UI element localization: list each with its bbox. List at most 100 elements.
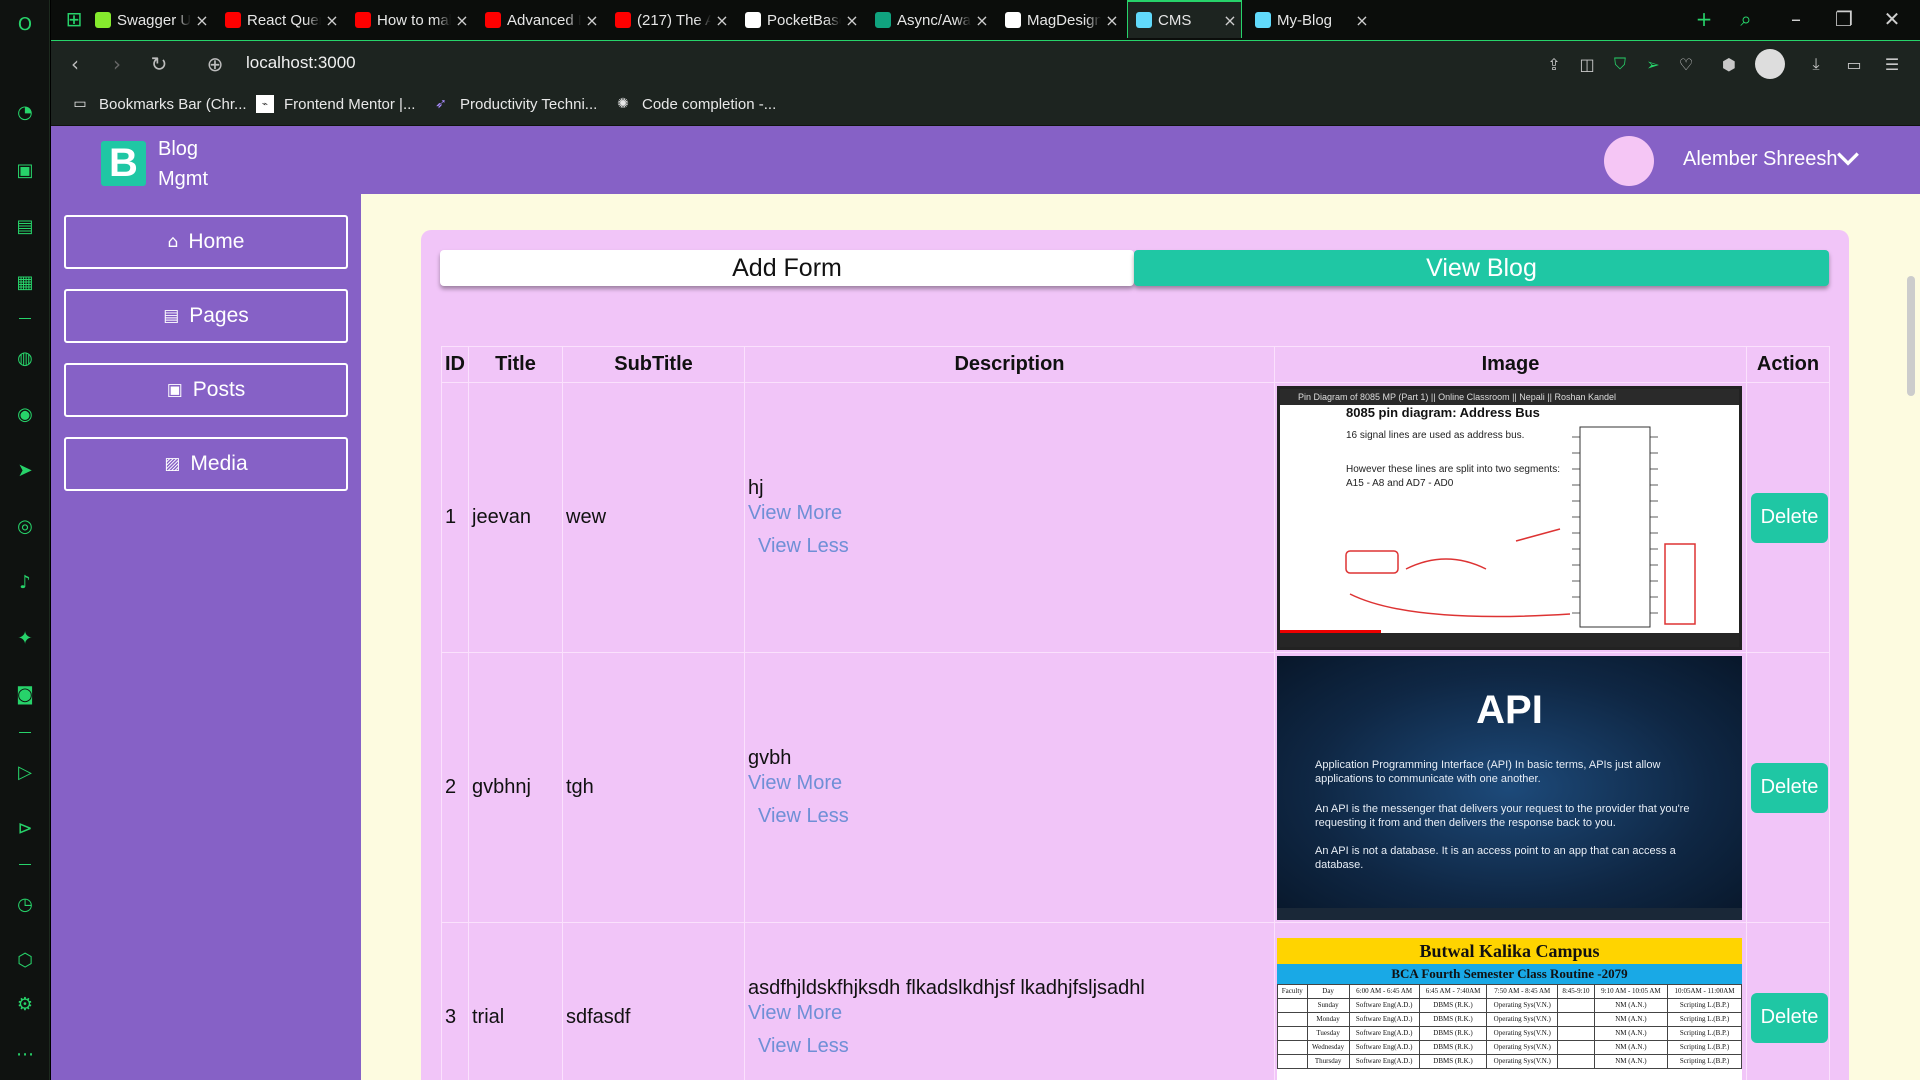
sidebar-divider bbox=[19, 732, 31, 733]
sidebar-item-posts[interactable]: ▣ Posts bbox=[64, 363, 348, 417]
view-more-link[interactable]: View More bbox=[748, 772, 1274, 795]
easy-setup-icon[interactable]: ☰ bbox=[1881, 53, 1903, 75]
browser-tab[interactable]: Async/Await F× bbox=[867, 2, 993, 38]
cell-title: jeevan bbox=[468, 382, 563, 653]
url-field[interactable]: localhost:3000 bbox=[246, 53, 356, 73]
chevron-down-icon[interactable] bbox=[1835, 146, 1861, 172]
telegram-icon[interactable]: ➤ bbox=[13, 458, 37, 482]
browser-tab[interactable]: (217) The Asy× bbox=[607, 2, 733, 38]
close-tab-icon[interactable]: × bbox=[451, 11, 473, 30]
app-header: B Blog Mgmt Alember Shreesh bbox=[51, 126, 1920, 194]
tab-bar: ⊞ Swagger UI×React Query in×How to make×… bbox=[51, 0, 1920, 40]
column-header-description: Description bbox=[744, 346, 1275, 383]
sidebar-item-home[interactable]: ⌂ Home bbox=[64, 215, 348, 269]
opera-logo-icon[interactable]: O bbox=[13, 12, 37, 36]
close-tab-icon[interactable]: × bbox=[1219, 11, 1241, 30]
flow-icon[interactable]: ⊳ bbox=[13, 816, 37, 840]
downloads-icon[interactable]: ⤓ bbox=[1805, 53, 1827, 75]
close-tab-icon[interactable]: × bbox=[711, 11, 733, 30]
blog-image[interactable]: Pin Diagram of 8085 MP (Part 1) || Onlin… bbox=[1277, 385, 1742, 650]
history-icon[interactable]: ◷ bbox=[13, 892, 37, 916]
browser-tab[interactable]: My-Blog × bbox=[1247, 2, 1373, 38]
profile-avatar[interactable] bbox=[1755, 49, 1785, 79]
twitter-icon[interactable]: ✦ bbox=[13, 626, 37, 650]
bookmark-label: Code completion -... bbox=[642, 95, 777, 113]
minimize-icon[interactable]: – bbox=[1781, 4, 1811, 34]
close-tab-icon[interactable]: × bbox=[321, 11, 343, 30]
settings-icon[interactable]: ⚙ bbox=[13, 992, 37, 1016]
browser-tab[interactable]: PocketBase -× bbox=[737, 2, 863, 38]
new-tab-icon[interactable]: + bbox=[1689, 4, 1719, 34]
reload-icon[interactable]: ↻ bbox=[145, 50, 173, 78]
view-less-link[interactable]: View Less bbox=[758, 805, 1274, 828]
browser-tab[interactable]: React Query in× bbox=[217, 2, 343, 38]
tab-view-blog[interactable]: View Blog bbox=[1134, 250, 1829, 286]
delete-button[interactable]: Delete bbox=[1751, 762, 1828, 813]
view-more-link[interactable]: View More bbox=[748, 502, 1274, 525]
logo-text: Blog Mgmt bbox=[158, 134, 238, 194]
search-tabs-icon[interactable]: ⌕ bbox=[1731, 4, 1761, 34]
speed-dial-icon[interactable]: ◔ bbox=[13, 100, 37, 124]
restore-icon[interactable]: ❐ bbox=[1829, 4, 1859, 34]
logo[interactable]: B bbox=[101, 141, 146, 186]
close-tab-icon[interactable]: × bbox=[581, 11, 603, 30]
discord-icon[interactable]: ◙ bbox=[13, 682, 37, 706]
workspaces-icon[interactable]: ⊞ bbox=[59, 4, 89, 34]
browser-tab[interactable]: CMS × bbox=[1127, 0, 1242, 38]
view-less-link[interactable]: View Less bbox=[758, 1035, 1274, 1058]
shopping-icon[interactable]: ▣ bbox=[13, 158, 37, 182]
routine-cell bbox=[1557, 1053, 1595, 1069]
bookmark-item[interactable]: ➶ Productivity Techni... bbox=[432, 95, 597, 113]
site-info-icon[interactable]: ⊕ bbox=[201, 50, 229, 78]
close-tab-icon[interactable]: × bbox=[191, 11, 213, 30]
player-icon[interactable]: ▷ bbox=[13, 760, 37, 784]
tiktok-icon[interactable]: ♪ bbox=[13, 570, 37, 594]
delete-button[interactable]: Delete bbox=[1751, 992, 1828, 1043]
tab-add-form[interactable]: Add Form bbox=[440, 250, 1134, 286]
routine-cell: DBMS (R.K.) bbox=[1418, 1025, 1488, 1041]
forward-icon[interactable]: › bbox=[103, 50, 131, 78]
twitch-icon[interactable]: ▤ bbox=[13, 214, 37, 238]
extensions-icon[interactable]: ⬡ bbox=[13, 948, 37, 972]
tab-title: (217) The Asy bbox=[637, 11, 711, 29]
browser-tab[interactable]: MagDesign –× bbox=[997, 2, 1123, 38]
instagram-icon[interactable]: ◎ bbox=[13, 514, 37, 538]
close-window-icon[interactable]: ✕ bbox=[1877, 4, 1907, 34]
blog-image[interactable]: Butwal Kalika Campus BCA Fourth Semester… bbox=[1277, 937, 1742, 1080]
close-tab-icon[interactable]: × bbox=[1101, 11, 1123, 30]
ai-chip-icon[interactable]: ▦ bbox=[13, 270, 37, 294]
browser-tab[interactable]: Swagger UI × bbox=[87, 2, 213, 38]
posts-icon: ▣ bbox=[166, 380, 183, 400]
browser-tab[interactable]: How to make× bbox=[347, 2, 473, 38]
bookmark-item[interactable]: ✺ Code completion -... bbox=[614, 95, 776, 113]
blog-image[interactable]: API Application Programming Interface (A… bbox=[1277, 655, 1742, 920]
whatsapp-icon[interactable]: ◉ bbox=[13, 402, 37, 426]
bookmark-item[interactable]: ▭ Bookmarks Bar (Chr... bbox=[71, 95, 246, 113]
delete-button[interactable]: Delete bbox=[1751, 492, 1828, 543]
view-less-link[interactable]: View Less bbox=[758, 535, 1274, 558]
sidebar-item-pages[interactable]: ▤ Pages bbox=[64, 289, 348, 343]
battery-icon[interactable]: ▭ bbox=[1843, 53, 1865, 75]
close-tab-icon[interactable]: × bbox=[1351, 11, 1373, 30]
share-icon[interactable]: ⇪ bbox=[1543, 53, 1565, 75]
folder-icon: ▭ bbox=[73, 96, 87, 112]
messenger-icon[interactable]: ◍ bbox=[13, 346, 37, 370]
snapshot-icon[interactable]: ◫ bbox=[1576, 53, 1598, 75]
routine-college-name: Butwal Kalika Campus bbox=[1277, 937, 1742, 964]
flow-send-icon[interactable]: ➢ bbox=[1642, 53, 1664, 75]
browser-tab[interactable]: Advanced Dro× bbox=[477, 2, 603, 38]
view-more-link[interactable]: View More bbox=[748, 1002, 1274, 1025]
close-tab-icon[interactable]: × bbox=[971, 11, 993, 30]
close-tab-icon[interactable]: × bbox=[841, 11, 863, 30]
scrollbar-thumb[interactable] bbox=[1907, 276, 1915, 396]
more-icon[interactable]: ⋯ bbox=[13, 1042, 37, 1066]
back-icon[interactable]: ‹ bbox=[61, 50, 89, 78]
avatar[interactable] bbox=[1604, 136, 1654, 186]
sidebar-item-media[interactable]: ▨ Media bbox=[64, 437, 348, 491]
my-flow-heart-icon[interactable]: ♡ bbox=[1675, 53, 1697, 75]
vpn-shield-icon[interactable]: ⛉ bbox=[1609, 53, 1631, 75]
routine-cell: Software Eng(A.D.) bbox=[1348, 997, 1420, 1013]
bookmark-item[interactable]: ⌁ Frontend Mentor |... bbox=[256, 95, 415, 113]
extensions-cube-icon[interactable]: ⬢ bbox=[1718, 53, 1740, 75]
routine-header-cell: 10:05AM - 11:00AM bbox=[1667, 983, 1742, 999]
